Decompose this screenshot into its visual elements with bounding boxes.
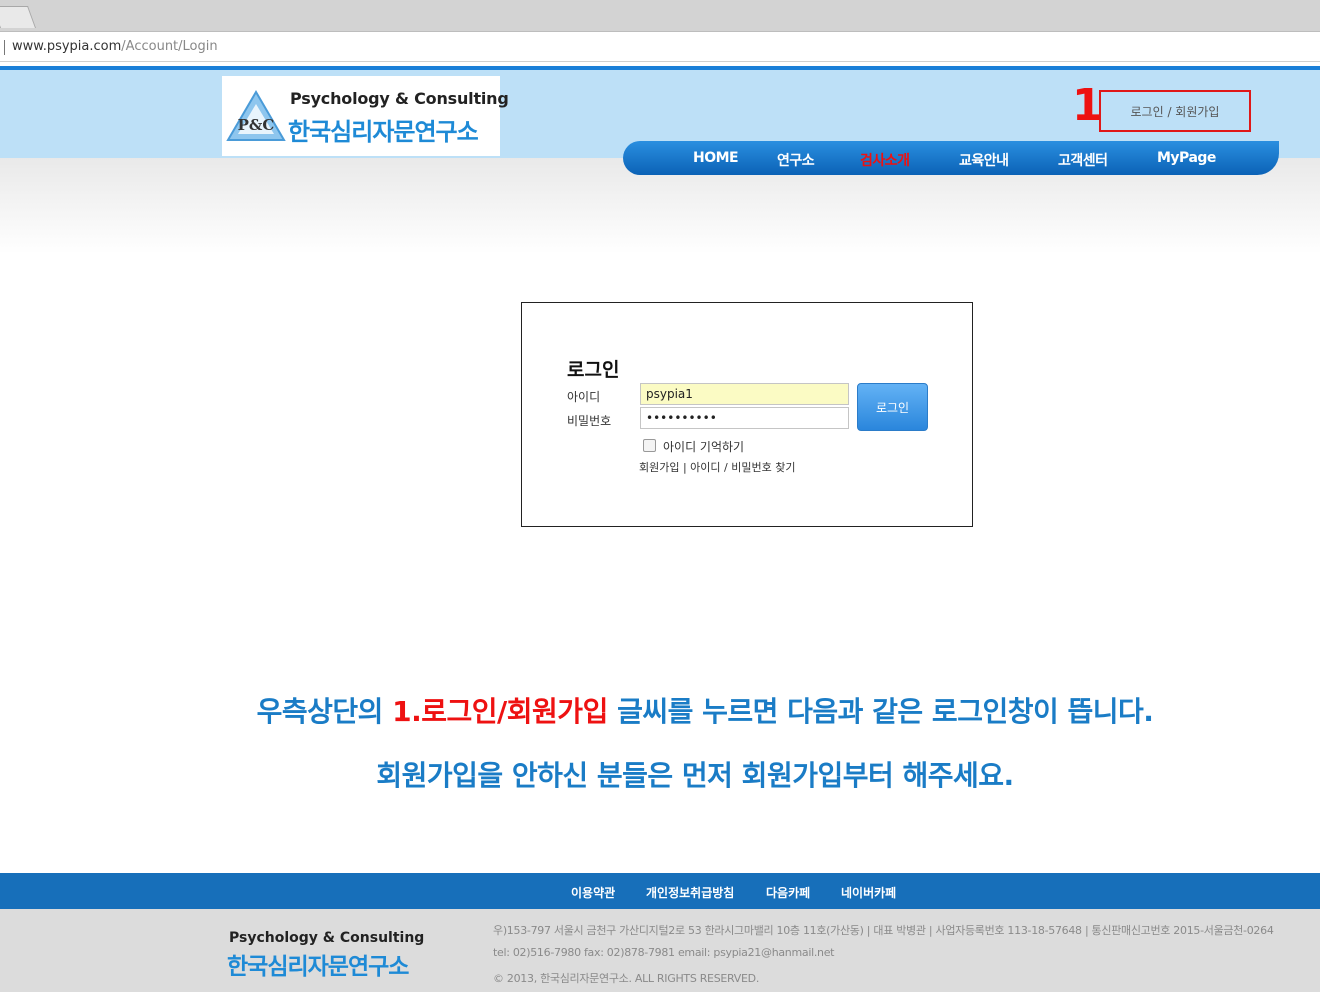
address-url[interactable]: www.psypia.com/Account/Login bbox=[12, 39, 218, 54]
nav-customer-center[interactable]: 고객센터 bbox=[1058, 150, 1108, 170]
triangle-logo-icon: P&C bbox=[226, 90, 286, 141]
id-label: 아이디 bbox=[567, 390, 601, 404]
instruction-line-2: 회원가입을 안하신 분들은 먼저 회원가입부터 해주세요. bbox=[376, 759, 1014, 792]
text-cursor bbox=[4, 40, 5, 55]
account-links[interactable]: 회원가입 | 아이디 / 비밀번호 찾기 bbox=[639, 459, 795, 475]
footer-logo-korean: 한국심리자문연구소 bbox=[227, 954, 409, 980]
footer-link-naver-cafe[interactable]: 네이버카페 bbox=[841, 884, 896, 901]
remember-id-label[interactable]: 아이디 기억하기 bbox=[663, 438, 744, 455]
instruction-line-1: 우측상단의 1.로그인/회원가입 글씨를 누르면 다음과 같은 로그인창이 뜹니… bbox=[0, 690, 1320, 730]
instruction-highlight: 1.로그인/회원가입 bbox=[392, 695, 608, 728]
instruction-text: 글씨를 누르면 다음과 같은 로그인창이 뜹니다. bbox=[607, 695, 1154, 728]
nav-education[interactable]: 교육안내 bbox=[959, 150, 1009, 170]
logo-mark: P&C bbox=[238, 116, 275, 134]
url-path: /Account/Login bbox=[121, 39, 218, 54]
browser-tab-strip bbox=[0, 0, 1320, 32]
logo-korean: 한국심리자문연구소 bbox=[288, 118, 479, 146]
footer: Psychology & Consulting 한국심리자문연구소 우)153-… bbox=[0, 909, 1320, 992]
footer-link-privacy[interactable]: 개인정보취급방침 bbox=[646, 884, 734, 901]
id-input[interactable] bbox=[640, 383, 849, 405]
login-join-link[interactable]: 로그인 / 회원가입 bbox=[1099, 90, 1251, 132]
footer-link-daum-cafe[interactable]: 다음카페 bbox=[766, 884, 810, 901]
nav-tests[interactable]: 검사소개 bbox=[860, 150, 910, 170]
nav-mypage[interactable]: MyPage bbox=[1157, 150, 1216, 166]
login-title: 로그인 bbox=[567, 359, 620, 381]
footer-copyright: © 2013, 한국심리자문연구소. ALL RIGHTS RESERVED. bbox=[493, 972, 760, 985]
nav-home[interactable]: HOME bbox=[693, 150, 739, 166]
logo-english: Psychology & Consulting bbox=[290, 89, 509, 108]
footer-logo-english: Psychology & Consulting bbox=[229, 930, 425, 946]
instruction-text: 우측상단의 bbox=[256, 695, 393, 728]
footer-contact: tel: 02)516-7980 fax: 02)878-7981 email:… bbox=[493, 946, 835, 959]
password-label: 비밀번호 bbox=[567, 414, 612, 428]
url-host: www.psypia.com bbox=[12, 39, 122, 54]
main-nav: HOME 연구소 검사소개 교육안내 고객센터 MyPage bbox=[623, 141, 1279, 175]
footer-nav: 이용약관 개인정보취급방침 다음카페 네이버카페 bbox=[0, 873, 1320, 909]
login-submit-button[interactable]: 로그인 bbox=[857, 383, 928, 431]
address-bar[interactable]: www.psypia.com/Account/Login bbox=[0, 32, 1320, 62]
password-input[interactable]: •••••••••• bbox=[640, 407, 849, 429]
footer-address: 우)153-797 서울시 금천구 가산디지털2로 53 한라시그마밸리 10층… bbox=[493, 924, 1274, 937]
browser-tab[interactable] bbox=[0, 6, 37, 28]
footer-link-terms[interactable]: 이용약관 bbox=[571, 884, 615, 901]
site-logo[interactable]: P&C Psychology & Consulting 한국심리자문연구소 bbox=[222, 76, 509, 156]
nav-institute[interactable]: 연구소 bbox=[777, 150, 815, 170]
remember-id-checkbox[interactable] bbox=[643, 439, 656, 452]
login-panel: 로그인 아이디 비밀번호 •••••••••• 로그인 아이디 기억하기 회원가… bbox=[521, 302, 973, 527]
